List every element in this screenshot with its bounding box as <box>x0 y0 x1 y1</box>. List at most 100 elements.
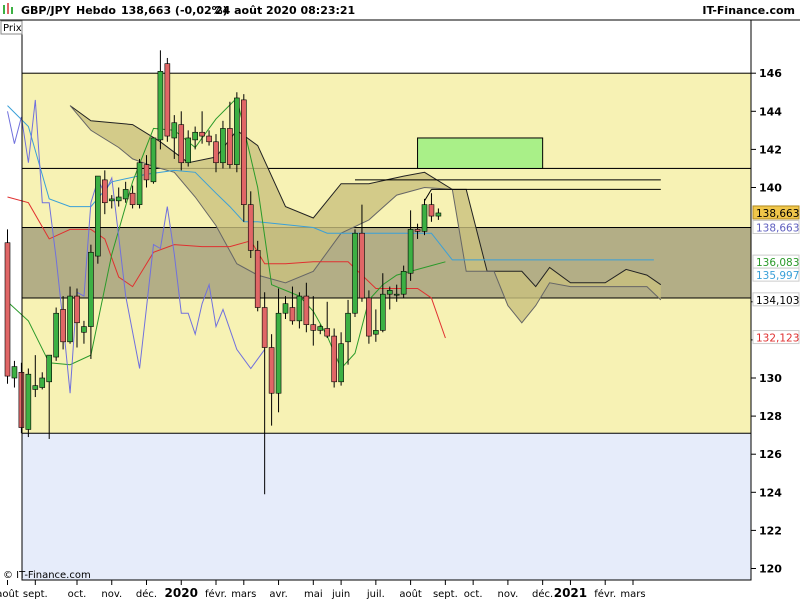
candle-body <box>25 373 32 430</box>
price-label-text: 132,123 <box>756 333 799 345</box>
axis-mode-label: Prix <box>3 23 22 34</box>
candle <box>150 137 157 184</box>
candle-body <box>261 307 268 348</box>
candle-body <box>386 290 393 295</box>
candle-body <box>373 330 379 335</box>
price-label: 132,123 <box>752 330 800 345</box>
y-tick-label: 122 <box>759 524 782 537</box>
price-label-text: 135,997 <box>756 270 799 282</box>
candle-body <box>220 128 226 164</box>
price-label-text: 138,663 <box>756 208 799 220</box>
candle-body <box>324 328 331 337</box>
candle-body <box>275 312 282 394</box>
candle-body <box>428 204 435 217</box>
candle-body <box>393 293 400 296</box>
candle <box>234 92 240 173</box>
candle-body <box>199 131 205 137</box>
candle <box>241 94 247 222</box>
candle-body <box>60 309 66 343</box>
candle-body <box>4 242 11 377</box>
datetime-label: 24 août 2020 08:23:21 <box>215 4 355 17</box>
candle-body <box>213 141 219 164</box>
candle-body <box>227 128 233 165</box>
candle-body <box>317 326 324 331</box>
candle-body <box>95 175 101 257</box>
candle-body <box>310 324 317 331</box>
price-label: 138,663 <box>752 205 800 220</box>
candle-body <box>122 189 129 200</box>
candle-body <box>254 250 261 308</box>
brand-label: IT-Finance.com <box>702 4 795 17</box>
x-tick-label: avr. <box>269 589 287 600</box>
lower-yellow-zone <box>21 167 752 434</box>
candle-body <box>178 124 185 164</box>
lower-blue-zone <box>22 433 751 580</box>
candle-body <box>129 192 136 205</box>
x-tick-label: nov. <box>101 589 122 600</box>
symbol-label: GBP/JPY <box>21 4 72 17</box>
y-tick-label: 128 <box>759 410 782 423</box>
candle-body <box>282 303 289 314</box>
candle-body <box>67 295 73 343</box>
x-tick-label: mai <box>304 589 323 600</box>
price-label: 138,663 <box>752 220 800 235</box>
x-tick-label: nov. <box>498 589 519 600</box>
candle-body <box>157 70 164 141</box>
candle-body <box>359 232 365 299</box>
candle-body <box>296 295 303 322</box>
price-label-text: 136,083 <box>756 257 799 269</box>
x-tick-label: déc. <box>136 588 157 600</box>
candle-body <box>234 97 240 165</box>
candle-body <box>81 326 87 333</box>
candle <box>164 57 171 142</box>
candle-body <box>32 385 39 390</box>
candle-body <box>11 366 18 379</box>
candle <box>352 229 358 318</box>
x-tick-label: oct. <box>68 589 87 600</box>
candle-body <box>268 347 275 394</box>
x-tick-label: 2020 <box>165 586 198 600</box>
candle-body <box>102 179 108 204</box>
candle-body <box>46 354 53 383</box>
x-tick-label: mars <box>231 589 256 600</box>
x-tick-label: mars <box>620 589 645 600</box>
candle <box>18 362 25 434</box>
y-tick-label: 130 <box>759 372 782 385</box>
candle-body <box>400 271 407 295</box>
x-tick-label: août <box>399 588 422 600</box>
candle <box>136 158 143 209</box>
y-tick-label: 120 <box>759 563 782 576</box>
candle-body <box>247 204 254 251</box>
candle <box>254 240 261 312</box>
y-tick-label: 126 <box>759 448 782 461</box>
candle-body <box>88 251 94 327</box>
candle-body <box>421 204 428 232</box>
candle-body <box>39 377 46 388</box>
timeframe-label: Hebdo <box>76 4 116 17</box>
x-tick-label: sept. <box>23 589 48 600</box>
candle <box>331 328 337 388</box>
price-label: 136,083 <box>752 254 800 269</box>
x-tick-label: juil. <box>366 589 385 600</box>
x-tick-label: févr. <box>594 588 616 600</box>
candle-body <box>407 229 414 274</box>
candle-body <box>136 162 143 205</box>
candle <box>4 229 11 384</box>
candle-body <box>150 137 157 183</box>
candle-body <box>74 295 80 324</box>
quote-label: 138,663 (-0,02%) <box>121 4 228 17</box>
candle <box>25 368 32 438</box>
copyright: © IT-Finance.com <box>3 570 91 581</box>
candle-body <box>241 99 247 205</box>
x-tick-label: sept. <box>433 589 458 600</box>
candle-body <box>206 135 212 143</box>
candle-body <box>185 137 191 164</box>
price-label-text: 134,103 <box>756 295 799 307</box>
candle-body <box>303 295 310 325</box>
x-tick-label: 2021 <box>554 586 587 600</box>
header-bar <box>0 0 800 20</box>
price-label: 135,997 <box>752 267 800 282</box>
axis-mode-button[interactable]: Prix <box>0 20 23 35</box>
candle-body <box>18 371 25 428</box>
y-tick-label: 124 <box>759 486 782 499</box>
